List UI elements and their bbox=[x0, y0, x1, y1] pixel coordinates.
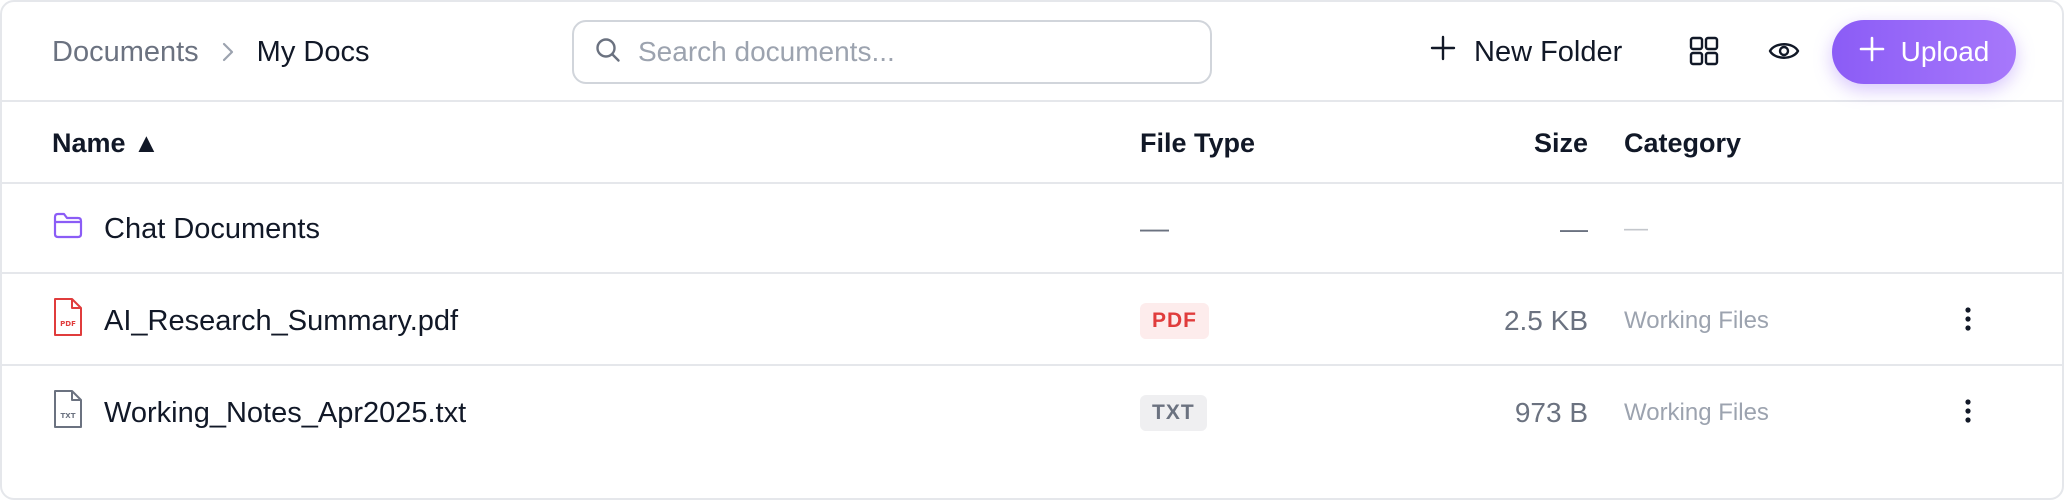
size-value: 2.5 KB bbox=[1503, 305, 1588, 336]
table-row[interactable]: TXT Working_Notes_Apr2025.txt TXT 973 B … bbox=[2, 368, 2062, 458]
new-folder-label: New Folder bbox=[1474, 35, 1623, 68]
search-box[interactable] bbox=[572, 20, 1212, 84]
row-menu-button[interactable] bbox=[1952, 368, 1984, 458]
size-value: 973 B bbox=[1514, 397, 1588, 428]
pdf-file-icon: PDF bbox=[52, 296, 84, 346]
search-input[interactable] bbox=[638, 36, 1178, 68]
plus-icon bbox=[1430, 35, 1456, 69]
file-name[interactable]: Working_Notes_Apr2025.txt bbox=[104, 397, 466, 430]
file-name[interactable]: AI_Research_Summary.pdf bbox=[104, 305, 458, 338]
table-row[interactable]: PDF AI_Research_Summary.pdf PDF 2.5 KB W… bbox=[2, 276, 2062, 366]
file-type-badge: PDF bbox=[1140, 303, 1209, 339]
category-value: Working Files bbox=[1624, 307, 1769, 334]
eye-icon bbox=[1768, 39, 1800, 66]
category-cell: Working Files bbox=[1624, 368, 1769, 458]
breadcrumb-root-link[interactable]: Documents bbox=[52, 36, 199, 69]
column-header-category[interactable]: Category bbox=[1624, 102, 1741, 184]
breadcrumb: Documents My Docs bbox=[52, 2, 369, 102]
size-cell: 2.5 KB bbox=[1504, 276, 1588, 366]
breadcrumb-current: My Docs bbox=[256, 35, 370, 68]
size-cell: 973 B bbox=[1515, 368, 1588, 458]
size-value: — bbox=[1560, 213, 1588, 244]
category-value: Working Files bbox=[1624, 399, 1769, 426]
grid-view-button[interactable] bbox=[1680, 28, 1728, 76]
header-bar: Documents My Docs New Folder bbox=[2, 2, 2062, 102]
file-type-cell: TXT bbox=[1140, 368, 1207, 458]
file-type-value: — bbox=[1140, 212, 1169, 245]
row-menu-button[interactable] bbox=[1952, 276, 1984, 366]
chevron-right-icon bbox=[221, 41, 235, 63]
svg-text:PDF: PDF bbox=[60, 320, 76, 328]
more-vertical-icon bbox=[1964, 306, 1972, 337]
column-header-file-type[interactable]: File Type bbox=[1140, 102, 1255, 184]
plus-icon bbox=[1859, 36, 1885, 69]
file-type-cell: — bbox=[1140, 184, 1169, 274]
category-cell: Working Files bbox=[1624, 276, 1769, 366]
file-type-badge: TXT bbox=[1140, 395, 1207, 431]
size-cell: — bbox=[1560, 184, 1588, 274]
table-header: Name ▲ File Type Size Category bbox=[2, 102, 2062, 184]
category-cell: — bbox=[1624, 184, 1648, 274]
column-header-size[interactable]: Size bbox=[1534, 102, 1588, 184]
name-cell: PDF AI_Research_Summary.pdf bbox=[52, 276, 458, 366]
file-name[interactable]: Chat Documents bbox=[104, 213, 320, 246]
file-manager-panel: Documents My Docs New Folder bbox=[0, 0, 2064, 500]
upload-button[interactable]: Upload bbox=[1832, 20, 2016, 84]
new-folder-button[interactable]: New Folder bbox=[1430, 20, 1622, 84]
category-value: — bbox=[1624, 215, 1648, 242]
more-vertical-icon bbox=[1964, 398, 1972, 429]
grid-icon bbox=[1689, 36, 1719, 69]
name-cell: TXT Working_Notes_Apr2025.txt bbox=[52, 368, 466, 458]
txt-file-icon: TXT bbox=[52, 388, 84, 438]
table-row[interactable]: Chat Documents — — — bbox=[2, 184, 2062, 274]
svg-text:TXT: TXT bbox=[61, 412, 76, 420]
name-cell: Chat Documents bbox=[52, 184, 320, 274]
column-header-name[interactable]: Name ▲ bbox=[52, 102, 160, 184]
search-icon bbox=[594, 36, 622, 69]
folder-icon bbox=[52, 211, 84, 247]
upload-label: Upload bbox=[1900, 36, 1990, 67]
file-type-cell: PDF bbox=[1140, 276, 1209, 366]
preview-toggle-button[interactable] bbox=[1760, 28, 1808, 76]
